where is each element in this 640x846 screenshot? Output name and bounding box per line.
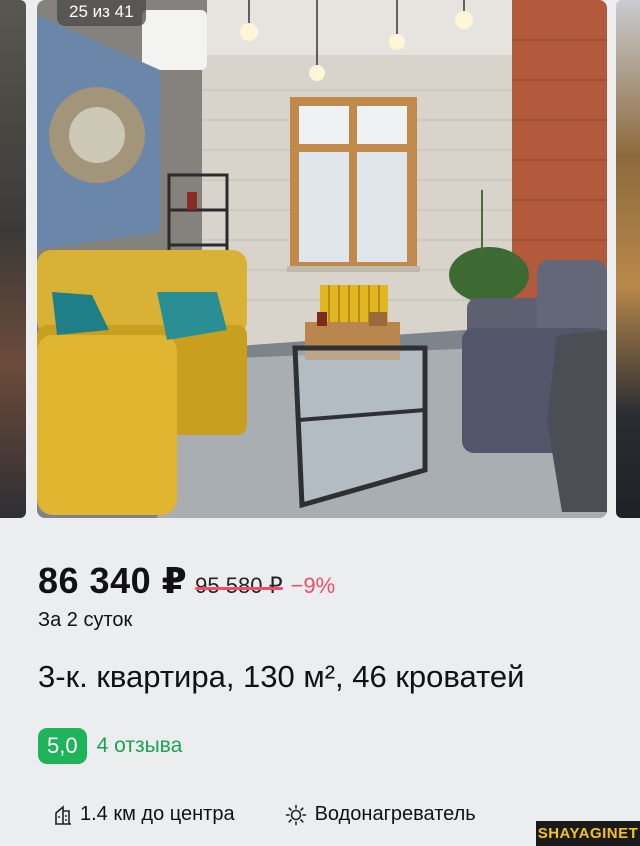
sun-icon [285,804,306,825]
listing-photo[interactable] [37,0,607,518]
features-row: 1.4 км до центра Водонагреватель [54,803,476,826]
current-price: 86 340 ₽ [38,560,188,601]
discount-badge: −9% [290,573,336,598]
listing-title[interactable]: 3-к. квартира, 130 м², 46 кроватей [38,659,524,695]
rating-row[interactable]: 5,0 4 отзыва [38,728,182,764]
feature-water-heater-label: Водонагреватель [314,803,476,825]
reviews-link[interactable]: 4 отзыва [97,734,183,758]
next-photo-card[interactable] [616,0,640,518]
feature-distance: 1.4 км до центра [54,803,235,826]
old-price: 95 580 ₽ [195,573,283,598]
previous-photo-card[interactable] [0,0,26,518]
stay-duration: За 2 суток [38,609,133,631]
building-icon [55,804,71,825]
photo-counter: 25 из 41 [57,0,146,26]
photo-gallery[interactable]: 25 из 41 [0,0,640,522]
price-row: 86 340 ₽ 95 580 ₽ −9% [38,560,335,602]
watermark-logo: SHAYAGINET [536,821,640,846]
rating-badge: 5,0 [38,728,87,764]
feature-water-heater: Водонагреватель [285,803,476,826]
feature-distance-label: 1.4 км до центра [80,803,235,825]
living-room-image [37,0,607,518]
